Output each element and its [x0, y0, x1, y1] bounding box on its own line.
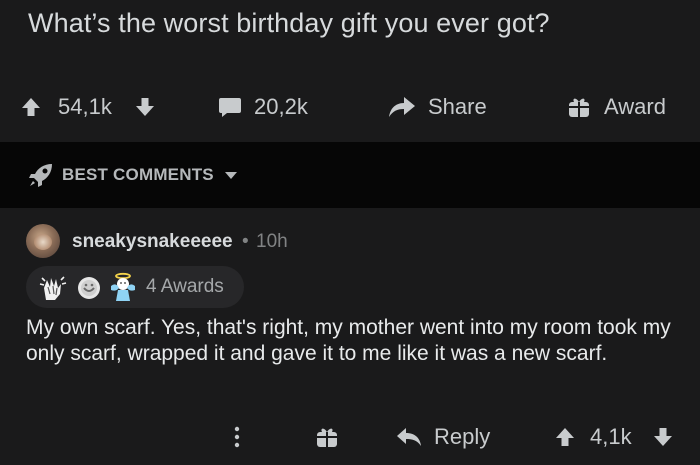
clapping-hands-award-icon [39, 276, 67, 300]
reply-arrow-icon [397, 428, 421, 446]
share-button[interactable]: Share [388, 84, 487, 130]
speech-bubble-icon [219, 98, 241, 117]
rocket-icon [29, 164, 52, 187]
gift-icon [317, 428, 337, 447]
award-label: Award [604, 94, 666, 119]
angel-award-icon [111, 272, 135, 301]
share-label: Share [428, 94, 487, 119]
more-options-button[interactable] [234, 414, 240, 460]
comment-actions: Reply 4,1k [0, 414, 700, 460]
gift-icon [569, 98, 589, 117]
comment-body: My own scarf. Yes, that's right, my moth… [26, 316, 671, 365]
downvote-button[interactable] [134, 84, 156, 130]
comment-count: 20,2k [254, 94, 308, 119]
comment-vote-count: 4,1k [590, 424, 632, 449]
comment-username[interactable]: sneakysnakeeeee [72, 231, 233, 253]
awards-count: 4 Awards [146, 276, 224, 297]
reply-button[interactable]: Reply [396, 414, 490, 460]
arrow-down-icon [136, 98, 154, 116]
comment-downvote-button[interactable] [652, 414, 674, 460]
sort-label: BEST COMMENTS [62, 165, 214, 184]
post-action-bar: 54,1k 20,2k Share Award [0, 84, 700, 130]
meta-separator: • [242, 231, 249, 252]
avatar[interactable] [26, 224, 60, 258]
comment-timestamp: 10h [256, 231, 288, 252]
award-button[interactable]: Award [568, 84, 666, 130]
silver-award-icon [78, 277, 100, 299]
awards-pill[interactable]: 4 Awards [26, 266, 244, 308]
upvote-button[interactable] [20, 84, 42, 130]
give-award-button[interactable] [316, 414, 338, 460]
caret-down-icon [224, 172, 237, 179]
upvote-count: 54,1k [58, 94, 112, 119]
post-title: What’s the worst birthday gift you ever … [28, 8, 550, 38]
comments-button[interactable]: 20,2k [218, 84, 308, 130]
arrow-up-icon [556, 428, 574, 446]
vertical-dots-icon [234, 426, 240, 448]
arrow-down-icon [654, 428, 672, 446]
arrow-up-icon [22, 98, 40, 116]
share-arrow-icon [389, 97, 415, 117]
comment-upvote-button[interactable] [554, 414, 576, 460]
reply-label: Reply [434, 424, 491, 449]
comment: sneakysnakeeeee • 10h 4 Awards My own sc… [0, 208, 700, 465]
sort-bar[interactable]: BEST COMMENTS [0, 142, 700, 208]
